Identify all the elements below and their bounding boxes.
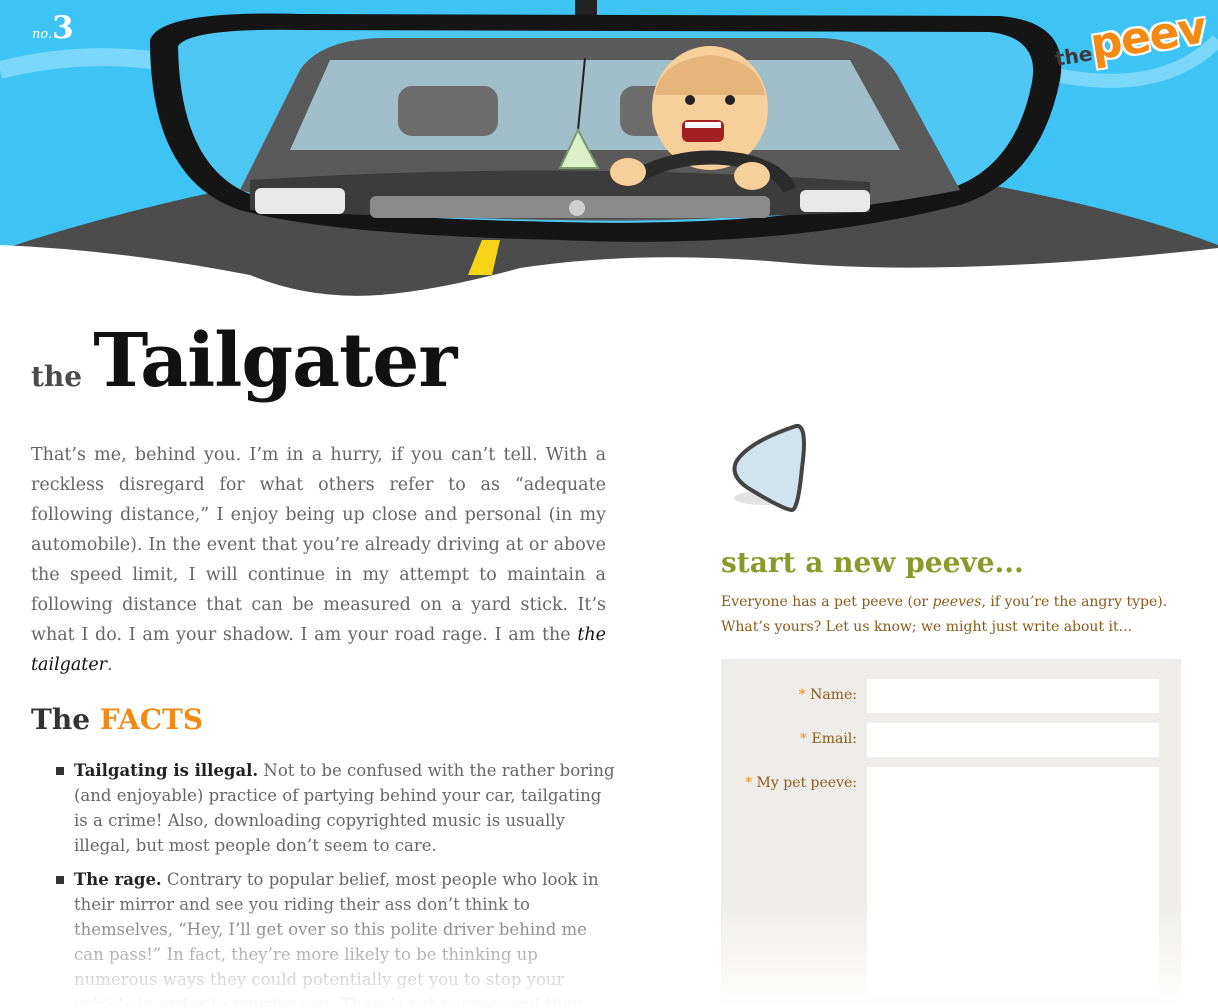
page-title: the Tailgater [31,318,457,404]
title-main: Tailgater [93,318,457,404]
form-fade [721,900,1181,1008]
peeve-label: * My pet peeve: [745,775,857,791]
issue-number: no.3 [32,10,74,46]
required-mark: * [798,687,806,703]
required-mark: * [800,731,808,747]
peeve-label-text: My pet peeve: [756,775,857,791]
facts-heading-facts: FACTS [99,703,204,736]
intro-text: That’s me, behind you. I’m in a hurry, i… [31,445,606,645]
logo-the: the [1052,41,1094,71]
required-mark: * [745,775,753,791]
email-input[interactable] [867,723,1159,757]
issue-prefix: no. [32,27,53,42]
name-input[interactable] [867,679,1159,713]
name-label-text: Name: [810,687,857,703]
new-peeve-text-em: peeves [932,594,982,610]
fact-title: Tailgating is illegal. [74,761,259,780]
intro-paragraph: That’s me, behind you. I’m in a hurry, i… [31,440,606,680]
intro-end: . [107,655,113,675]
tailgater-illustration [0,0,1218,300]
email-label: * Email: [800,731,857,747]
name-label: * Name: [799,687,857,703]
fact-title: The rage. [74,870,162,889]
title-prefix: the [31,360,83,393]
facts-heading-the: The [31,703,91,736]
fact-item: Tailgating is illegal. Not to be confuse… [56,758,616,858]
new-peeve-heading: start a new peeve... [721,546,1024,579]
new-peeve-description: Everyone has a pet peeve (or peeves, if … [721,590,1191,640]
content-fade [0,900,660,1008]
email-label-text: Email: [811,731,857,747]
guitar-pick-icon [728,418,808,522]
issue-digit: 3 [52,10,74,46]
facts-heading: The FACTS [31,703,203,736]
header-banner: no.3 thepeev [0,0,1218,300]
new-peeve-text-before: Everyone has a pet peeve (or [721,594,933,610]
